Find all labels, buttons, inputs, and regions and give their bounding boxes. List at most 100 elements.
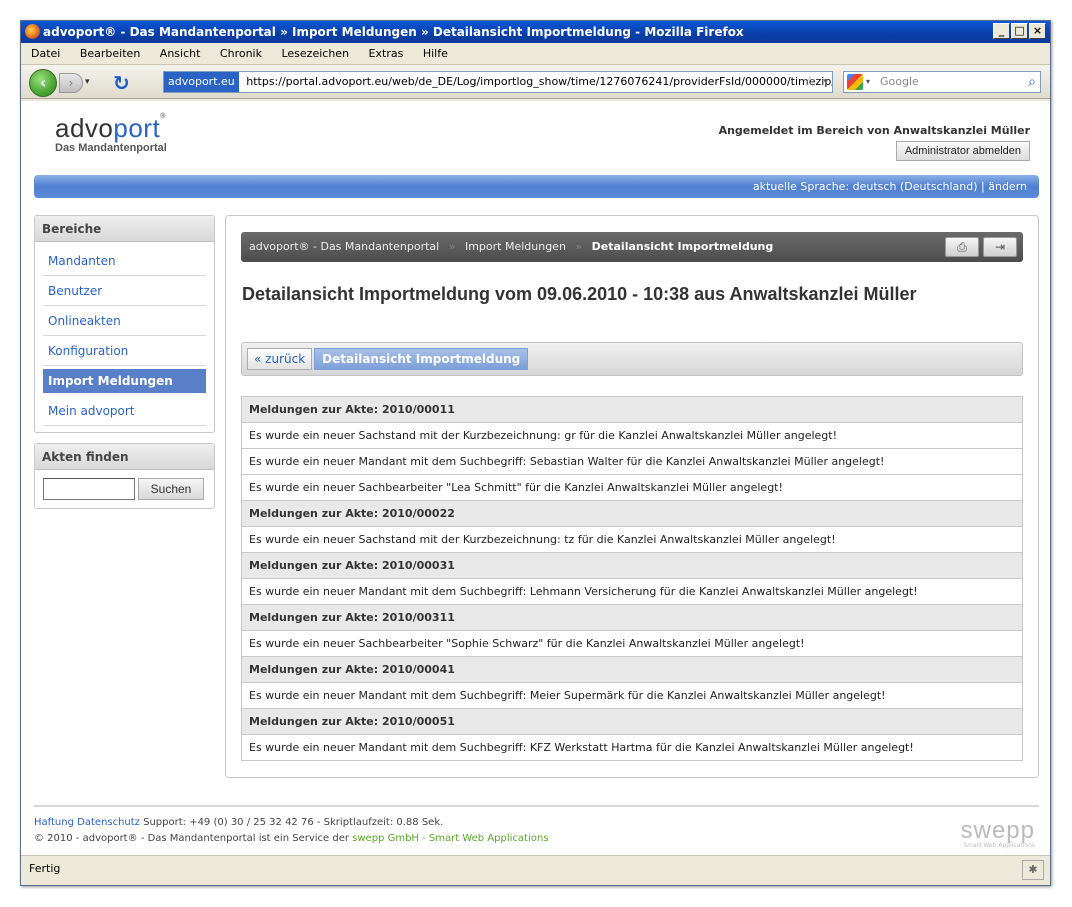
message-group-header: Meldungen zur Akte: 2010/00311 [242,604,1022,630]
login-status-text: Angemeldet im Bereich von Anwaltskanzlei… [718,124,1030,137]
message-row: Es wurde ein neuer Sachbearbeiter "Sophi… [242,630,1022,656]
maximize-button[interactable]: □ [1011,23,1028,39]
url-text[interactable]: https://portal.advoport.eu/web/de_DE/Log… [246,75,832,88]
firefox-icon [25,24,40,39]
logo-text-port: port [113,113,161,143]
logo-subtitle: Das Mandantenportal [55,142,167,154]
title-bar: advoport® - Das Mandantenportal » Import… [21,21,1050,43]
advoport-logo[interactable]: advoport® Das Mandantenportal [55,113,167,154]
sidebar-item-konfiguration[interactable]: Konfiguration [43,336,206,366]
menu-bar: Datei Bearbeiten Ansicht Chronik Lesezei… [21,43,1050,65]
message-row: Es wurde ein neuer Mandant mit dem Suchb… [242,448,1022,474]
url-dropdown-icon[interactable]: ▾ [823,72,828,92]
site-header: advoport® Das Mandantenportal Angemeldet… [21,101,1050,171]
swepp-logo-subtitle: Smart Web Applications [963,842,1035,849]
export-icon[interactable]: ⇥ [983,237,1017,257]
message-group-header: Meldungen zur Akte: 2010/00022 [242,500,1022,526]
logo-text-advo: advo [55,113,114,143]
status-bar: Fertig ✱ [21,855,1050,885]
site-footer: Haftung Datenschutz Support: +49 (0) 30 … [34,805,1039,849]
menu-extras[interactable]: Extras [369,47,404,60]
tab-bar: « zurück Detailansicht Importmeldung [241,342,1023,376]
back-button[interactable]: ‹ [29,69,57,97]
file-finder-form: Suchen [35,470,214,508]
breadcrumb-home[interactable]: advoport® - Das Mandantenportal [249,240,439,253]
reload-button[interactable]: ↻ [113,71,130,95]
minimize-button[interactable]: _ [993,23,1010,39]
google-engine-icon[interactable] [847,74,863,90]
window-title: advoport® - Das Mandantenportal » Import… [43,25,744,39]
page-content: advoport® Das Mandantenportal Angemeldet… [21,101,1050,857]
bookmark-star-icon[interactable]: ☆ [803,72,816,92]
footer-line-1: Haftung Datenschutz Support: +49 (0) 30 … [34,817,1039,828]
search-placeholder: Google [880,75,919,88]
search-magnifier-icon[interactable]: ⌕ [1028,72,1036,92]
language-bar: aktuelle Sprache: deutsch (Deutschland) … [34,175,1039,198]
sidebar-item-mein-advoport[interactable]: Mein advoport [43,396,206,426]
message-group-header: Meldungen zur Akte: 2010/00041 [242,656,1022,682]
footer-copyright: © 2010 - advoport® - Das Mandantenportal… [34,833,349,844]
breadcrumb: advoport® - Das Mandantenportal » Import… [241,232,1023,262]
menu-chronik[interactable]: Chronik [220,47,262,60]
file-finder-title: Akten finden [35,444,214,470]
site-identity-badge[interactable]: advoport.eu [164,72,239,92]
footer-link-haftung[interactable]: Haftung [34,817,74,828]
page-title: Detailansicht Importmeldung vom 09.06.20… [242,284,917,304]
swepp-logo-text: swepp [960,817,1035,844]
breadcrumb-import-meldungen[interactable]: Import Meldungen [465,240,566,253]
page-tools: ⎙ ⇥ [945,237,1017,257]
sidebar-item-import-meldungen[interactable]: Import Meldungen [43,369,206,393]
file-search-input[interactable] [43,478,135,500]
areas-nav: Mandanten Benutzer Onlineakten Konfigura… [35,242,214,432]
messages-table: Meldungen zur Akte: 2010/00011 Es wurde … [241,396,1023,761]
message-row: Es wurde ein neuer Mandant mit dem Suchb… [242,682,1022,708]
main-panel: advoport® - Das Mandantenportal » Import… [225,215,1039,778]
breadcrumb-separator: » [575,240,583,253]
message-row: Es wurde ein neuer Sachbearbeiter "Lea S… [242,474,1022,500]
addon-bug-icon[interactable]: ✱ [1022,860,1044,880]
history-dropdown-icon[interactable]: ▾ [85,77,90,87]
status-text: Fertig [29,862,61,875]
menu-ansicht[interactable]: Ansicht [160,47,201,60]
breadcrumb-separator: » [448,240,456,253]
message-row: Es wurde ein neuer Sachstand mit der Kur… [242,422,1022,448]
message-row: Es wurde ein neuer Mandant mit dem Suchb… [242,578,1022,604]
forward-button[interactable]: › [59,73,83,93]
message-row: Es wurde ein neuer Sachstand mit der Kur… [242,526,1022,552]
menu-bearbeiten[interactable]: Bearbeiten [80,47,140,60]
menu-lesezeichen[interactable]: Lesezeichen [281,47,349,60]
menu-hilfe[interactable]: Hilfe [423,47,448,60]
sidebar-item-onlineakten[interactable]: Onlineakten [43,306,206,336]
file-finder-box: Akten finden Suchen [34,443,215,509]
menu-datei[interactable]: Datei [31,47,60,60]
tab-detail-view[interactable]: Detailansicht Importmeldung [314,348,529,370]
language-text[interactable]: aktuelle Sprache: deutsch (Deutschland) … [753,180,1027,193]
navigation-toolbar: ‹ › ▾ ↻ advoport.eu https://portal.advop… [21,65,1050,99]
swepp-logo: swepp Smart Web Applications [961,817,1035,849]
footer-link-datenschutz[interactable]: Datenschutz [77,817,140,828]
print-icon[interactable]: ⎙ [945,237,979,257]
message-group-header: Meldungen zur Akte: 2010/00031 [242,552,1022,578]
footer-company-link[interactable]: swepp GmbH - Smart Web Applications [352,833,548,844]
footer-line-2: © 2010 - advoport® - Das Mandantenportal… [34,833,1039,844]
sidebar-item-benutzer[interactable]: Benutzer [43,276,206,306]
logout-button[interactable]: Administrator abmelden [895,141,1030,161]
logo-registered: ® [160,113,166,120]
address-bar[interactable]: advoport.eu https://portal.advoport.eu/w… [163,71,833,93]
footer-support-text: Support: +49 (0) 30 / 25 32 42 76 - Skri… [143,817,444,828]
sidebar-item-mandanten[interactable]: Mandanten [43,246,206,276]
window-controls: _ □ × [993,23,1046,39]
file-search-button[interactable]: Suchen [138,478,204,500]
areas-title: Bereiche [35,216,214,242]
search-box[interactable]: ▾ Google ⌕ [843,71,1041,93]
sidebar: Bereiche Mandanten Benutzer Onlineakten … [34,215,215,519]
back-link-button[interactable]: « zurück [247,348,313,370]
breadcrumb-current: Detailansicht Importmeldung [591,240,774,253]
engine-dropdown-icon[interactable]: ▾ [866,72,870,92]
message-group-header: Meldungen zur Akte: 2010/00051 [242,708,1022,734]
close-button[interactable]: × [1029,23,1046,39]
message-group-header: Meldungen zur Akte: 2010/00011 [242,396,1022,422]
areas-box: Bereiche Mandanten Benutzer Onlineakten … [34,215,215,433]
browser-window: advoport® - Das Mandantenportal » Import… [20,20,1051,886]
message-row: Es wurde ein neuer Mandant mit dem Suchb… [242,734,1022,760]
